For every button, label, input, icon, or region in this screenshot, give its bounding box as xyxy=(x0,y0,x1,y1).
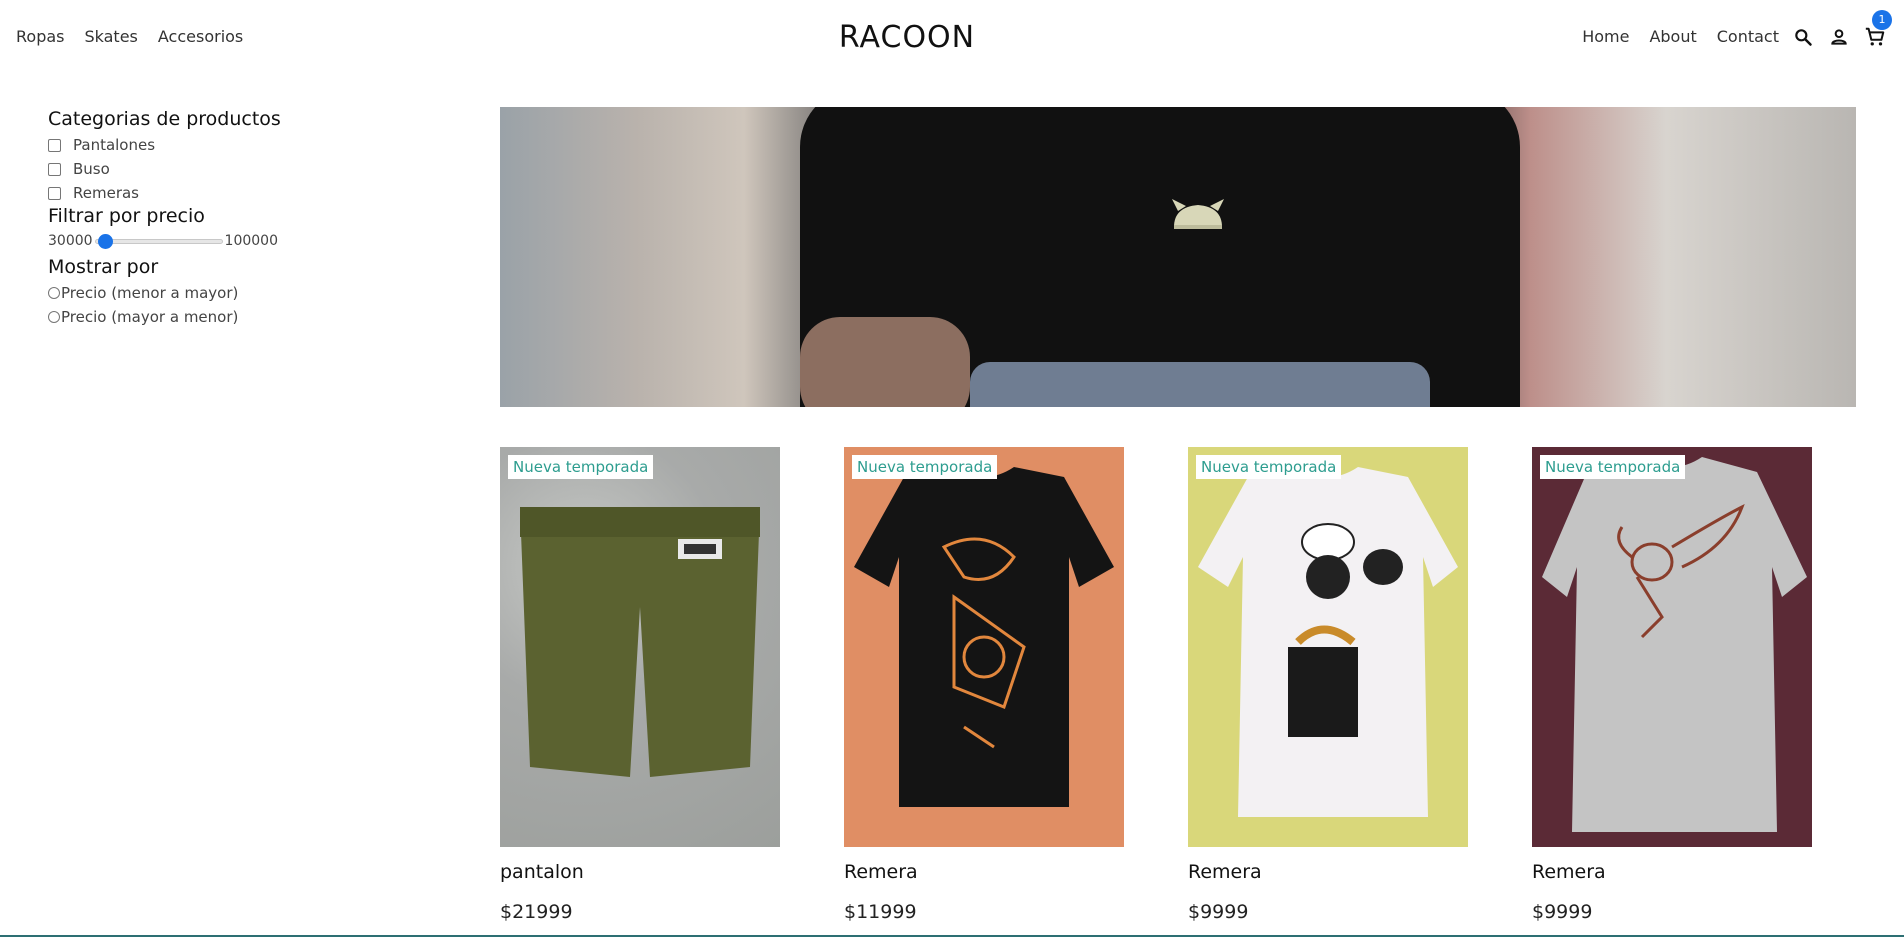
sort-radio[interactable] xyxy=(48,287,60,299)
category-label: Pantalones xyxy=(73,136,156,154)
new-season-tag: Nueva temporada xyxy=(852,455,998,479)
sort-radio[interactable] xyxy=(48,311,60,323)
cart-icon[interactable]: 1 xyxy=(1864,10,1892,48)
site-header: Ropas Skates Accesorios RACOON Home Abou… xyxy=(0,0,1904,78)
tshirt-illustration xyxy=(1198,467,1458,817)
product-image[interactable]: Nueva temporada xyxy=(1188,447,1468,847)
product-card[interactable]: Nueva temporada Remera $11999 xyxy=(844,447,1124,923)
product-price: $9999 xyxy=(1188,901,1249,923)
user-icon[interactable] xyxy=(1828,26,1850,48)
category-checkbox[interactable] xyxy=(48,162,61,176)
hero-arm xyxy=(800,317,970,407)
brand-emblem-icon xyxy=(1172,199,1224,229)
category-checkbox[interactable] xyxy=(48,186,61,200)
product-image[interactable]: Nueva temporada xyxy=(500,447,780,847)
price-slider-thumb[interactable] xyxy=(97,233,113,249)
price-slider[interactable] xyxy=(94,233,223,249)
category-checkbox[interactable] xyxy=(48,138,61,152)
product-card[interactable]: Nueva temporada Remera $9999 xyxy=(1532,447,1812,923)
product-name[interactable]: Remera xyxy=(1532,861,1812,883)
hero-pants xyxy=(970,362,1430,407)
product-name[interactable]: Remera xyxy=(844,861,1124,883)
sort-title: Mostrar por xyxy=(48,256,159,278)
price-min-label: 30000 xyxy=(48,233,93,249)
sort-label: Precio (mayor a menor) xyxy=(61,308,239,326)
price-max-label: 100000 xyxy=(224,233,278,249)
tshirt-illustration xyxy=(854,467,1114,807)
hero-banner xyxy=(500,107,1856,407)
category-option[interactable]: Remeras xyxy=(48,181,348,205)
new-season-tag: Nueva temporada xyxy=(1540,455,1686,479)
categories-title: Categorias de productos xyxy=(48,108,281,130)
product-price: $9999 xyxy=(1532,901,1593,923)
product-name[interactable]: Remera xyxy=(1188,861,1468,883)
new-season-tag: Nueva temporada xyxy=(1196,455,1342,479)
filter-sidebar: Categorias de productos Pantalones Buso … xyxy=(48,108,348,329)
sort-label: Precio (menor a mayor) xyxy=(61,284,239,302)
search-icon[interactable] xyxy=(1792,26,1814,48)
brand-logo[interactable]: RACOON xyxy=(0,20,1814,55)
price-range: 30000 100000 xyxy=(48,230,348,252)
sort-option[interactable]: Precio (menor a mayor) xyxy=(48,281,348,305)
price-filter-title: Filtrar por precio xyxy=(48,205,205,227)
product-price: $11999 xyxy=(844,901,917,923)
tshirt-illustration xyxy=(1542,457,1807,832)
cart-count-badge: 1 xyxy=(1872,10,1892,30)
shorts-illustration xyxy=(520,507,760,777)
category-option[interactable]: Buso xyxy=(48,157,348,181)
sort-option[interactable]: Precio (mayor a menor) xyxy=(48,305,348,329)
main-nav: Home About Contact xyxy=(1582,27,1779,46)
header-icons: 1 xyxy=(1792,10,1892,48)
product-card[interactable]: Nueva temporada Remera $9999 xyxy=(1188,447,1468,923)
new-season-tag: Nueva temporada xyxy=(508,455,654,479)
category-option[interactable]: Pantalones xyxy=(48,133,348,157)
nav-about[interactable]: About xyxy=(1649,27,1696,46)
category-label: Buso xyxy=(73,160,110,178)
product-name[interactable]: pantalon xyxy=(500,861,780,883)
category-label: Remeras xyxy=(73,184,139,202)
nav-home[interactable]: Home xyxy=(1582,27,1629,46)
product-image[interactable]: Nueva temporada xyxy=(844,447,1124,847)
product-price: $21999 xyxy=(500,901,573,923)
product-image[interactable]: Nueva temporada xyxy=(1532,447,1812,847)
product-card[interactable]: Nueva temporada pantalon $21999 xyxy=(500,447,780,923)
nav-contact[interactable]: Contact xyxy=(1717,27,1779,46)
